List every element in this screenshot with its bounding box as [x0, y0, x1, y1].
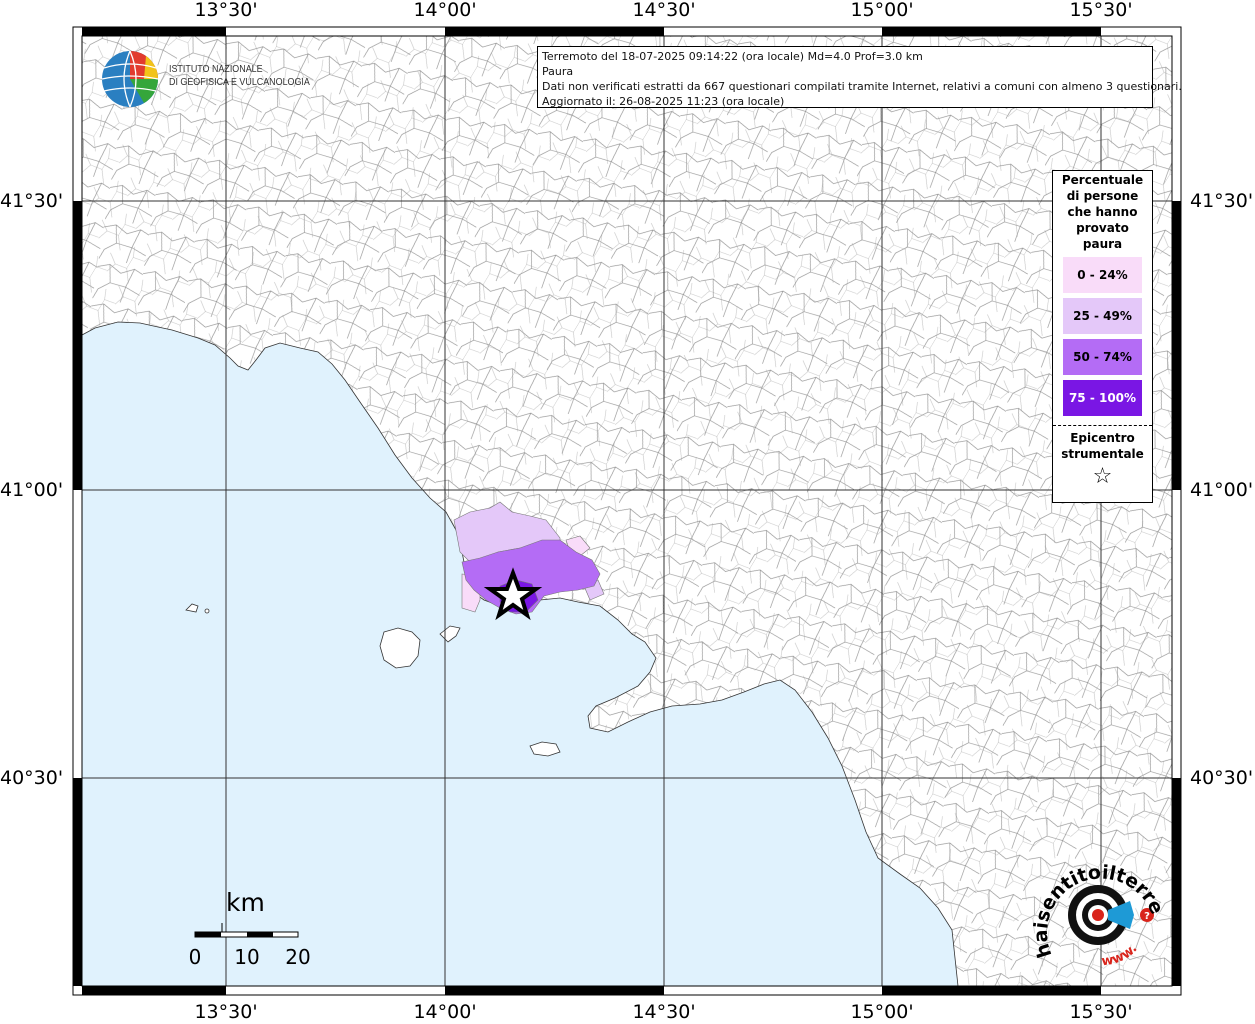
lon-tick-label: 14°00'	[413, 1001, 477, 1023]
legend-title-line: di persone	[1066, 189, 1139, 203]
scale-label: 20	[285, 945, 311, 969]
legend-title: Percentuale di persone che hanno provato…	[1053, 172, 1152, 252]
lon-tick-label: 15°30'	[1069, 0, 1133, 21]
legend-class-swatch: 50 - 74%	[1063, 339, 1142, 375]
lon-tick-label: 14°30'	[632, 0, 696, 21]
update-timestamp: Aggiornato il: 26-08-2025 11:23 (ora loc…	[542, 95, 785, 108]
ingv-globe-logo	[101, 50, 159, 108]
data-disclaimer: Dati non verificati estratti da 667 ques…	[542, 80, 1182, 93]
legend-divider	[1053, 425, 1152, 426]
lon-tick-label: 15°00'	[850, 1001, 914, 1023]
legend-title-line: provato	[1076, 221, 1129, 235]
legend-class-swatch: 0 - 24%	[1063, 257, 1142, 293]
lat-tick-label: 41°00'	[1190, 479, 1254, 501]
legend-class-label: 0 - 24%	[1077, 268, 1128, 282]
legend-class-swatch: 75 - 100%	[1063, 380, 1142, 416]
lon-tick-label: 14°30'	[632, 1001, 696, 1023]
map-body	[82, 36, 1172, 986]
legend-epicenter-label: Epicentro strumentale	[1053, 430, 1152, 462]
legend-title-line: paura	[1082, 237, 1123, 251]
legend-epicenter-line: Epicentro	[1070, 431, 1135, 445]
event-description: Terremoto del 18-07-2025 09:14:22 (ora l…	[542, 50, 923, 63]
legend-class-label: 50 - 74%	[1073, 350, 1132, 364]
ingv-name: ISTITUTO NAZIONALE DI GEOFISICA E VULCAN…	[169, 63, 310, 89]
lon-tick-label: 15°00'	[850, 0, 914, 21]
ingv-name-line: ISTITUTO NAZIONALE	[169, 63, 263, 75]
logo-www-text: www.	[1101, 941, 1141, 969]
scale-label: 10	[234, 945, 260, 969]
legend-title-line: Percentuale	[1061, 173, 1144, 187]
island-capri	[529, 741, 561, 757]
lon-tick-label: 14°00'	[413, 0, 477, 21]
legend-class-swatch: 25 - 49%	[1063, 298, 1142, 334]
logo-www-textpath: www.	[1101, 941, 1141, 969]
map-parameter: Paura	[542, 65, 574, 78]
lat-tick-label: 40°30'	[0, 767, 64, 789]
legend-star-icon: ☆	[1092, 464, 1113, 489]
haisentito-logo: ? haisentitoilterremoto.it www.	[1030, 855, 1168, 969]
event-info-box: Terremoto del 18-07-2025 09:14:22 (ora l…	[537, 46, 1182, 108]
legend-class-label: 25 - 49%	[1073, 309, 1132, 323]
ingv-name-line: DI GEOFISICA E VULCANOLOGIA	[169, 76, 310, 88]
lat-tick-label: 41°30'	[0, 190, 64, 212]
legend-class-label: 75 - 100%	[1068, 391, 1137, 405]
legend: Percentuale di persone che hanno provato…	[1052, 170, 1153, 503]
scale-label: 0	[188, 945, 202, 969]
lat-tick-label: 41°00'	[0, 479, 64, 501]
lat-tick-label: 41°30'	[1190, 190, 1254, 212]
island-small	[204, 608, 210, 614]
lon-tick-label: 13°30'	[194, 1001, 258, 1023]
scale-unit: km	[226, 888, 265, 917]
lon-tick-label: 15°30'	[1069, 1001, 1133, 1023]
legend-title-line: che hanno	[1067, 205, 1138, 219]
lat-tick-label: 40°30'	[1190, 767, 1254, 789]
lon-tick-label: 13°30'	[194, 0, 258, 21]
legend-epicenter-line: strumentale	[1061, 447, 1144, 461]
